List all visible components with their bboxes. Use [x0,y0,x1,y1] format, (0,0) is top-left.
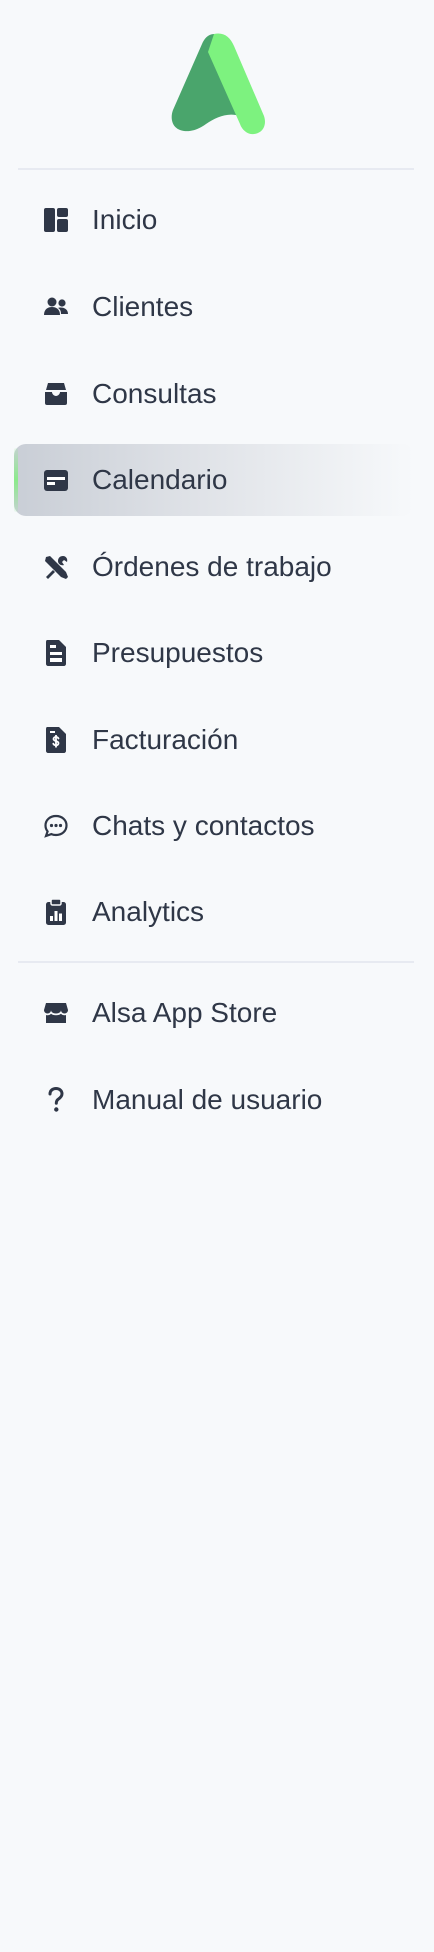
document-icon [32,629,80,677]
calendar-icon [32,456,80,504]
sidebar-item-alsa-app-store[interactable]: Alsa App Store [14,977,414,1049]
sidebar-item-manual-de-usuario[interactable]: Manual de usuario [14,1064,414,1136]
question-icon [32,1076,80,1124]
sidebar-item-analytics[interactable]: Analytics [14,876,414,948]
sidebar-item-label: Consultas [92,378,217,409]
sidebar-item-label: Alsa App Store [92,997,278,1028]
sidebar-item-calendario[interactable]: Calendario [14,444,414,516]
sidebar-item-label: Inicio [92,204,158,235]
store-icon [32,989,80,1037]
sidebar-divider [18,961,414,963]
active-indicator [14,448,18,512]
alsa-logo[interactable] [168,32,266,136]
sidebar-item-label: Chats y contactos [92,810,315,841]
sidebar-item-label: Presupuestos [92,637,264,668]
sidebar: Inicio Clientes Consultas Calendario Órd… [0,0,434,1952]
sidebar-item-label: Analytics [92,896,205,927]
inbox-icon [32,370,80,418]
sidebar-item-label: Calendario [92,464,228,495]
sidebar-item-inicio[interactable]: Inicio [14,184,414,256]
sidebar-item-label: Manual de usuario [92,1084,323,1115]
clipboard-chart-icon [32,888,80,936]
sidebar-item-facturacion[interactable]: Facturación [14,704,414,776]
sidebar-divider-top [18,168,414,170]
sidebar-item-label: Facturación [92,724,239,755]
dashboard-icon [32,196,80,244]
invoice-dollar-icon [32,716,80,764]
users-icon [32,283,80,331]
sidebar-item-ordenes-de-trabajo[interactable]: Órdenes de trabajo [14,531,414,603]
sidebar-item-consultas[interactable]: Consultas [14,358,414,430]
sidebar-item-chats-y-contactos[interactable]: Chats y contactos [14,790,414,862]
sidebar-item-label: Órdenes de trabajo [92,551,332,582]
sidebar-item-presupuestos[interactable]: Presupuestos [14,617,414,689]
chat-icon [32,802,80,850]
tools-icon [32,543,80,591]
sidebar-item-clientes[interactable]: Clientes [14,271,414,343]
sidebar-item-label: Clientes [92,291,194,322]
